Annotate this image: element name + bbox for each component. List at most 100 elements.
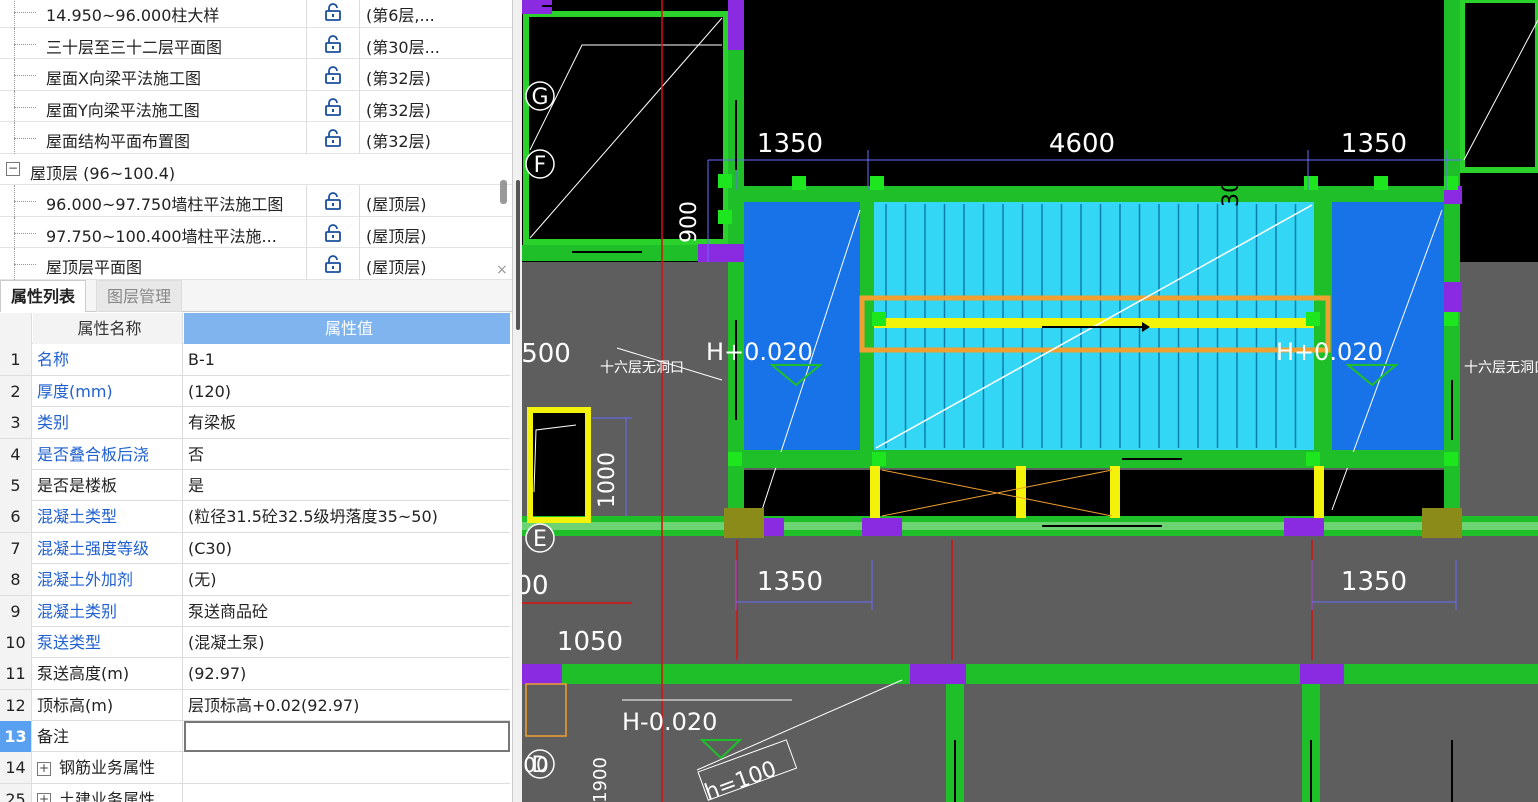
property-row[interactable]: 13 备注	[0, 721, 510, 753]
property-value[interactable]: (粒径31.5砼32.5级坍落度35~50)	[184, 501, 510, 532]
drawing-name: 屋顶层平面图	[46, 258, 143, 277]
drawing-name: 96.000~97.750墙柱平法施工图	[46, 195, 284, 214]
lock-cell[interactable]	[306, 59, 360, 91]
lock-icon[interactable]	[323, 3, 343, 21]
property-name: 顶标高(m)	[33, 689, 183, 721]
side-slab-right	[1332, 202, 1444, 450]
drawing-name: 97.750~100.400墙柱平法施...	[46, 226, 277, 246]
property-name: 类别	[33, 407, 183, 439]
property-value[interactable]: (混凝土泵)	[184, 627, 510, 658]
lock-cell[interactable]	[306, 27, 360, 60]
property-grid: 属性名称 属性值 1 名称 B-1 2 厚度(mm) (120) 3 类别 有梁板 4 是否叠合板后…	[0, 313, 510, 802]
dim-text: 1900	[590, 757, 611, 802]
lock-icon[interactable]	[323, 34, 343, 53]
tab-property-list[interactable]: 属性列表	[0, 280, 87, 312]
property-name: 厚度(mm)	[33, 375, 183, 407]
lock-cell[interactable]	[306, 216, 360, 249]
tab-layer-management[interactable]: 图层管理	[96, 280, 183, 312]
tree-drawing-row[interactable]: 屋顶层平面图 (屋顶层)	[0, 248, 512, 280]
close-icon[interactable]: ×	[496, 262, 508, 278]
cad-canvas[interactable]: G F E D 1350 4600 1350 1350 1350 1050 50…	[522, 0, 1538, 802]
dim-text: 300	[1219, 165, 1244, 207]
property-row[interactable]: 3 类别 有梁板	[0, 407, 510, 439]
wall-d	[522, 664, 1538, 684]
lock-cell[interactable]	[306, 0, 360, 28]
drawing-layer: (第30层...	[366, 37, 440, 57]
lock-icon[interactable]	[323, 192, 343, 210]
dim-text: 900	[677, 201, 702, 243]
tree-group-row[interactable]: − 屋顶层 (96~100.4)	[0, 154, 512, 185]
note-text: 十六层无洞口	[600, 360, 684, 376]
tree-connector	[14, 0, 15, 28]
left-panel: 14.950~96.000柱大样 (第6层,... 三十层至三十二层平面图 (第30层…	[0, 0, 512, 802]
tree-connector	[14, 43, 36, 45]
lock-icon[interactable]	[323, 129, 343, 147]
tree-drawing-row[interactable]: 14.950~96.000柱大样 (第6层,...	[0, 0, 512, 28]
property-row[interactable]: 5 是否是楼板 是	[0, 469, 510, 502]
property-value[interactable]: 层顶标高+0.02(92.97)	[184, 690, 510, 721]
lock-cell[interactable]	[306, 90, 360, 123]
tree-drawing-row[interactable]: 96.000~97.750墙柱平法施工图 (屋顶层)	[0, 185, 512, 217]
tree-scrollbar-thumb[interactable]	[500, 180, 507, 204]
drawing-layer: (屋顶层)	[366, 195, 427, 214]
tab-bar: 属性列表 图层管理	[0, 280, 512, 312]
lock-icon[interactable]	[323, 223, 343, 242]
elevation-text: H-0.020	[622, 708, 717, 736]
lock-icon[interactable]	[323, 97, 343, 116]
property-name-text: 泵送高度(m)	[37, 664, 130, 684]
expand-icon[interactable]: +	[37, 793, 51, 802]
lock-icon[interactable]	[323, 255, 343, 273]
property-name-text: 是否叠合板后浇	[37, 444, 150, 464]
panel-splitter[interactable]	[512, 0, 522, 802]
expand-icon[interactable]: +	[37, 761, 51, 776]
lock-icon[interactable]	[323, 66, 343, 84]
property-value[interactable]: 是	[184, 470, 510, 501]
property-name: + 钢筋业务属性	[33, 752, 183, 784]
property-value[interactable]: (C30)	[184, 533, 510, 564]
property-value[interactable]: B-1	[184, 344, 510, 375]
drawing-name: 屋面Y向梁平法施工图	[46, 100, 200, 120]
tree-drawing-row[interactable]: 屋面X向梁平法施工图 (第32层)	[0, 59, 512, 91]
tree-drawing-row[interactable]: 97.750~100.400墙柱平法施... (屋顶层)	[0, 216, 512, 249]
property-name: 混凝土类型	[33, 501, 183, 533]
property-name: 备注	[33, 721, 183, 753]
property-row[interactable]: 25 + 土建业务属性	[0, 783, 510, 802]
dim-text: 1350	[757, 129, 823, 159]
property-name-text: 混凝土类型	[37, 507, 118, 527]
property-value[interactable]: (无)	[184, 564, 510, 595]
property-value[interactable]: 否	[184, 439, 510, 470]
dim-text: 500	[522, 339, 571, 369]
property-name-text: 混凝土类别	[37, 601, 118, 621]
property-value[interactable]: 有梁板	[184, 407, 510, 438]
property-value[interactable]: (120)	[184, 376, 510, 407]
property-row[interactable]: 4 是否叠合板后浇 否	[0, 438, 510, 470]
property-value[interactable]	[184, 721, 510, 753]
tree-drawing-row[interactable]: 三十层至三十二层平面图 (第30层...	[0, 27, 512, 60]
tree-connector	[14, 12, 36, 13]
collapse-icon[interactable]: −	[6, 161, 20, 176]
property-row[interactable]: 1 名称 B-1	[0, 344, 510, 376]
note-text: 十六层无洞口	[1464, 360, 1538, 376]
property-row[interactable]: 14 + 钢筋业务属性	[0, 752, 510, 784]
lock-cell[interactable]	[306, 185, 360, 217]
property-row[interactable]: 12 顶标高(m) 层顶标高+0.02(92.97)	[0, 689, 510, 722]
drawing-name: 屋面结构平面布置图	[46, 132, 191, 151]
tree-drawing-row[interactable]: 屋面Y向梁平法施工图 (第32层)	[0, 90, 512, 123]
drawing-layer: (屋顶层)	[366, 258, 427, 277]
property-row[interactable]: 8 混凝土外加剂 (无)	[0, 564, 510, 596]
property-value[interactable]: 泵送商品砼	[184, 596, 510, 627]
property-row[interactable]: 2 厚度(mm) (120)	[0, 375, 510, 408]
drawing-name: 屋面X向梁平法施工图	[46, 69, 201, 88]
splitter-grip[interactable]	[516, 180, 520, 330]
property-row[interactable]: 9 混凝土类别 泵送商品砼	[0, 595, 510, 627]
cad-drawing[interactable]: G F E D 1350 4600 1350 1350 1350 1050 50…	[522, 0, 1538, 802]
property-value[interactable]: (92.97)	[184, 658, 510, 689]
property-row[interactable]: 7 混凝土强度等级 (C30)	[0, 532, 510, 565]
lock-cell[interactable]	[306, 122, 360, 154]
property-row[interactable]: 11 泵送高度(m) (92.97)	[0, 658, 510, 690]
lock-cell[interactable]	[306, 248, 360, 280]
row-number: 7	[0, 532, 32, 564]
tree-drawing-row[interactable]: 屋面结构平面布置图 (第32层)	[0, 122, 512, 154]
property-row[interactable]: 10 泵送类型 (混凝土泵)	[0, 626, 510, 659]
property-row[interactable]: 6 混凝土类型 (粒径31.5砼32.5级坍落度35~50)	[0, 501, 510, 533]
